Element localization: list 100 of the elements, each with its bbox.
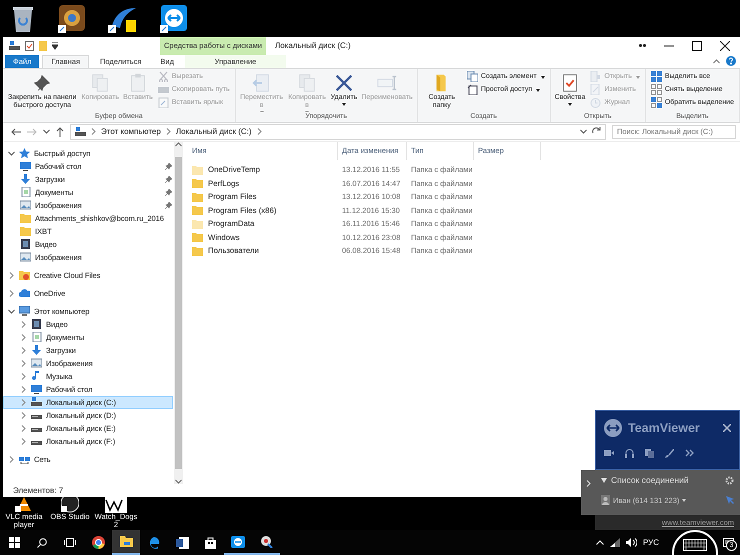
scroll-up-icon xyxy=(175,142,182,147)
chevron-icon xyxy=(256,128,262,136)
caret-icon xyxy=(636,76,640,79)
remote-app-icon xyxy=(160,4,188,34)
brush-icon xyxy=(665,449,674,458)
teamviewer-logo-icon xyxy=(604,419,622,437)
chevron-icon xyxy=(166,128,171,136)
music-note-icon xyxy=(31,371,42,382)
grid-icon xyxy=(650,71,662,82)
chevron-icon xyxy=(43,129,50,134)
maximize-icon xyxy=(692,40,702,51)
close-icon xyxy=(723,424,731,432)
shortcut-icon xyxy=(158,97,169,108)
browser-icon xyxy=(148,536,160,548)
avatar-icon xyxy=(601,495,610,505)
folder-icon xyxy=(192,192,203,202)
history-button[interactable] xyxy=(43,129,50,134)
chevron-icon xyxy=(91,128,96,136)
address-field[interactable]: Этот компьютер Локальный диск (C:) xyxy=(70,124,606,140)
folder-icon xyxy=(192,246,203,256)
speaker-icon xyxy=(626,538,637,547)
forward-arrow-icon xyxy=(27,128,37,136)
copy-icon xyxy=(645,449,654,458)
breadcrumb[interactable]: Этот компьютер xyxy=(101,127,161,136)
dots-icon xyxy=(639,44,646,48)
back-arrow-icon xyxy=(11,128,21,136)
shopping-bag-icon xyxy=(204,536,216,548)
monitor-icon xyxy=(19,306,30,316)
drive-icon xyxy=(9,40,20,51)
app-title: TeamViewer xyxy=(628,421,701,435)
cloud-folder-icon xyxy=(19,270,30,280)
image-icon xyxy=(31,358,42,368)
folder-icon xyxy=(192,232,203,242)
collapse-icon xyxy=(713,58,720,64)
network-icon xyxy=(610,538,620,547)
image-icon xyxy=(20,252,31,262)
taskbar-app[interactable] xyxy=(112,530,140,555)
close-button[interactable] xyxy=(723,424,731,432)
drive-icon xyxy=(31,397,42,408)
caret-icon xyxy=(568,102,572,106)
document-icon xyxy=(176,536,188,548)
caret-icon xyxy=(52,42,58,50)
breadcrumb[interactable]: Локальный диск (C:) xyxy=(176,127,252,136)
help-icon xyxy=(726,56,736,66)
caret-icon xyxy=(342,102,346,106)
film-icon xyxy=(31,319,42,330)
connections-header[interactable]: Список соединений xyxy=(611,475,721,485)
remote-app-icon xyxy=(231,536,245,548)
keyboard-icon xyxy=(683,539,707,551)
pin-icon xyxy=(165,202,172,209)
headset-icon xyxy=(625,449,634,458)
maximize-button[interactable] xyxy=(692,40,702,51)
folder-icon xyxy=(192,164,203,175)
search-icon xyxy=(37,538,47,548)
download-icon xyxy=(31,345,42,356)
folder-icon xyxy=(192,205,203,216)
task-view-icon xyxy=(64,538,76,547)
game-shortcut-icon xyxy=(58,4,86,34)
chevron-icon xyxy=(580,129,587,134)
windows-icon xyxy=(8,537,20,548)
open-icon xyxy=(590,71,602,82)
share-icon xyxy=(466,84,478,96)
cursor-icon xyxy=(726,496,734,504)
film-icon xyxy=(20,239,31,250)
drive-icon xyxy=(75,126,86,137)
scroll-down-icon xyxy=(175,479,182,484)
pin-icon xyxy=(165,176,172,183)
scrollbar[interactable] xyxy=(174,142,183,484)
chevron-icon xyxy=(9,272,14,279)
app-icon xyxy=(260,535,272,548)
folder-icon xyxy=(20,226,31,236)
chevron-icon xyxy=(8,150,15,156)
clock-icon xyxy=(590,97,602,108)
cloud-icon xyxy=(19,288,30,298)
path-icon xyxy=(158,84,169,96)
folder-icon xyxy=(120,536,132,547)
chevron-icon xyxy=(9,456,14,463)
network-icon xyxy=(19,454,30,464)
folder-icon xyxy=(20,213,31,224)
edit-icon xyxy=(590,84,602,96)
close-button[interactable] xyxy=(720,40,730,51)
up-button[interactable] xyxy=(56,126,64,137)
document-icon xyxy=(20,187,31,198)
grid-icon xyxy=(650,97,662,108)
double-chevron-icon xyxy=(685,449,694,457)
grid-icon xyxy=(650,84,662,96)
recycle-bin-icon xyxy=(10,4,36,34)
properties-icon xyxy=(25,40,34,51)
window-title: Локальный диск (C:) xyxy=(274,40,352,52)
item-count: Элементов: 7 xyxy=(13,486,64,496)
close-icon xyxy=(720,40,730,51)
triangle-icon xyxy=(601,478,607,482)
monitor-icon xyxy=(20,161,31,172)
folder-icon xyxy=(192,178,203,188)
pin-icon xyxy=(165,188,172,196)
video-camera-icon xyxy=(604,449,614,457)
back-button[interactable] xyxy=(11,128,21,136)
up-arrow-icon xyxy=(56,126,64,137)
chevron-up-icon xyxy=(596,540,604,545)
download-icon xyxy=(20,174,31,184)
